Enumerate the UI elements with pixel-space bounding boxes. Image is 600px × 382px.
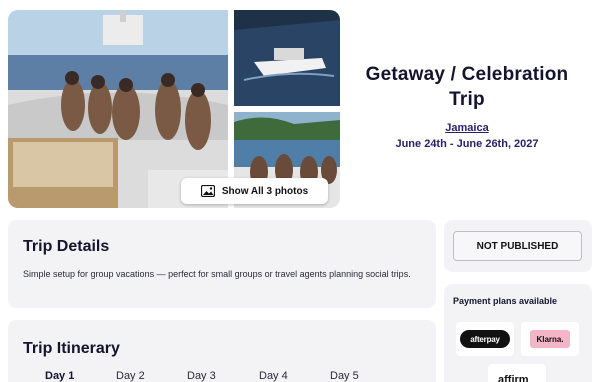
payment-option-afterpay[interactable]: afterpay [456, 322, 514, 356]
gallery-photo-boat[interactable] [234, 10, 340, 106]
show-all-photos-label: Show All 3 photos [221, 185, 309, 197]
payment-option-affirm[interactable]: affirm [488, 364, 546, 382]
tab-day-4[interactable]: Day 4 [259, 370, 288, 382]
trip-itinerary-heading: Trip Itinerary [23, 340, 120, 357]
tab-day-5[interactable]: Day 5 [330, 370, 359, 382]
trip-title: Getaway / Celebration Trip [365, 64, 569, 110]
trip-details-card: Trip Details Simple setup for group vaca… [8, 220, 436, 308]
klarna-logo: Klarna. [530, 330, 570, 348]
image-icon [200, 185, 215, 197]
trip-details-heading: Trip Details [23, 238, 110, 255]
trip-dates: June 24th - June 26th, 2027 [395, 138, 539, 150]
trip-details-description: Simple setup for group vacations — perfe… [23, 269, 411, 279]
publish-status-button[interactable]: NOT PUBLISHED [453, 231, 582, 261]
payment-plans-card: Payment plans available afterpay Klarna.… [444, 284, 592, 382]
trip-itinerary-card: Trip Itinerary Day 1 Day 2 Day 3 Day 4 D… [8, 320, 436, 382]
trip-header: Getaway / Celebration Trip Jamaica June … [352, 62, 582, 150]
show-all-photos-button[interactable]: Show All 3 photos [181, 178, 328, 204]
payment-plans-heading: Payment plans available [453, 296, 558, 306]
payment-option-klarna[interactable]: Klarna. [521, 322, 579, 356]
tab-day-3[interactable]: Day 3 [187, 370, 216, 382]
photo-gallery: Show All 3 photos [8, 10, 340, 208]
afterpay-logo: afterpay [460, 330, 510, 348]
trip-location-link[interactable]: Jamaica [445, 122, 488, 134]
affirm-logo: affirm [498, 374, 529, 382]
tab-day-2[interactable]: Day 2 [116, 370, 145, 382]
publish-status-card: NOT PUBLISHED [444, 220, 592, 272]
itinerary-day-tabs: Day 1 Day 2 Day 3 Day 4 Day 5 [8, 370, 436, 382]
tab-day-1[interactable]: Day 1 [45, 370, 74, 382]
